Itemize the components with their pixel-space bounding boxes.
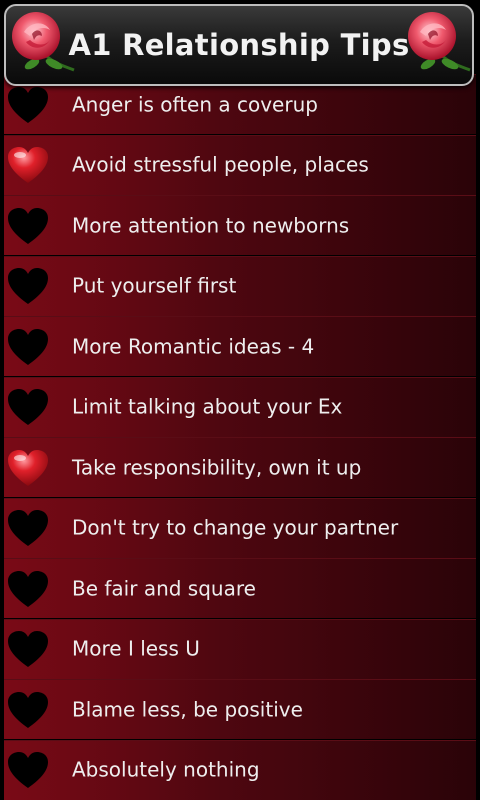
list-item[interactable]: Put yourself first: [4, 255, 476, 316]
heart-filled-icon[interactable]: [6, 448, 50, 488]
tip-label: Absolutely nothing: [72, 757, 260, 782]
tip-label: Avoid stressful people, places: [72, 152, 369, 177]
heart-filled-icon[interactable]: [6, 145, 50, 185]
list-item[interactable]: Blame less, be positive: [4, 679, 476, 739]
tip-label: More Romantic ideas - 4: [72, 334, 315, 359]
heart-icon[interactable]: [6, 569, 50, 609]
list-item[interactable]: More Romantic ideas - 4: [4, 316, 476, 376]
heart-icon[interactable]: [6, 690, 50, 730]
heart-icon[interactable]: [6, 508, 50, 548]
list-item[interactable]: Absolutely nothing: [4, 739, 476, 800]
rose-icon: [12, 12, 75, 72]
rose-icon: [408, 12, 471, 72]
list-item[interactable]: Be fair and square: [4, 558, 476, 618]
list-item[interactable]: Take responsibility, own it up: [4, 437, 476, 497]
list-item[interactable]: More I less U: [4, 618, 476, 679]
heart-icon[interactable]: [6, 327, 50, 367]
heart-icon[interactable]: [6, 750, 50, 790]
tip-label: Take responsibility, own it up: [72, 455, 362, 480]
tip-label: More attention to newborns: [72, 213, 350, 238]
list-item[interactable]: More attention to newborns: [4, 195, 476, 255]
heart-icon[interactable]: [6, 85, 50, 125]
tip-label: Limit talking about your Ex: [72, 394, 343, 419]
list-item[interactable]: Limit talking about your Ex: [4, 376, 476, 437]
tip-label: Don't try to change your partner: [72, 515, 399, 540]
tip-label: More I less U: [72, 636, 200, 661]
list-item[interactable]: Don't try to change your partner: [4, 497, 476, 558]
heart-icon[interactable]: [6, 206, 50, 246]
heart-icon[interactable]: [6, 387, 50, 427]
tip-label: Put yourself first: [72, 273, 237, 298]
tip-label: Anger is often a coverup: [72, 92, 318, 117]
tip-label: Be fair and square: [72, 576, 256, 601]
tips-list[interactable]: Anger is often a coverup Avoid stressful …: [0, 0, 480, 800]
heart-icon[interactable]: [6, 629, 50, 669]
list-item[interactable]: Avoid stressful people, places: [4, 134, 476, 195]
heart-icon[interactable]: [6, 266, 50, 306]
tip-label: Blame less, be positive: [72, 697, 303, 722]
